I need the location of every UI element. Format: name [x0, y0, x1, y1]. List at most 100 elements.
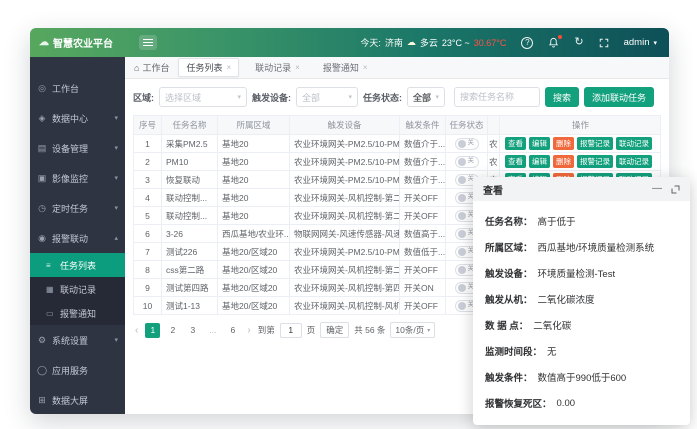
weather-temp-low: 23°C ~	[442, 38, 470, 48]
goto-label: 到第	[258, 324, 275, 336]
clipped-column-header	[488, 116, 500, 134]
linkage-record-button[interactable]: 联动记录	[616, 155, 652, 168]
chevron-down-icon: ▾	[114, 336, 118, 344]
top-header: ☁ 智慧农业平台 今天: 济南 ☁ 多云 23°C ~ 30.67°C ?	[30, 28, 669, 57]
dialog-header: 查看 —	[473, 177, 690, 201]
linkage-records-icon: ▦	[46, 285, 55, 294]
close-icon[interactable]: ×	[363, 63, 368, 72]
dialog-field: 报警恢复死区：0.00	[485, 390, 678, 416]
collapse-sidebar-button[interactable]	[139, 35, 157, 50]
view-button[interactable]: 查看	[505, 137, 526, 150]
table-row: 1 采集PM2.5 基地20 农业环境网关-PM2.5/10-PM2.5 数值介…	[134, 135, 660, 153]
sidebar-item-linkage-records[interactable]: ▦ 联动记录	[30, 277, 125, 301]
page-button-6[interactable]: 6	[225, 323, 240, 338]
gear-icon: ⚙	[37, 335, 47, 346]
sidebar-item-device-management[interactable]: ▤ 设备管理 ▾	[30, 133, 125, 163]
task-status-toggle[interactable]: 关	[455, 138, 479, 150]
sidebar-item-video-monitoring[interactable]: ▣ 影像监控 ▾	[30, 163, 125, 193]
chevron-down-icon: ▾	[114, 204, 118, 212]
device-management-icon: ▤	[37, 143, 47, 154]
filter-bar: 区域: 选择区域 ▾ 触发设备: 全部 ▾ 任务状态: 全部	[133, 87, 661, 107]
tab-bar: ⌂ 工作台 任务列表 × 联动记录 × 报警通知 ×	[125, 57, 669, 79]
sidebar-item-data-center[interactable]: ◈ 数据中心 ▾	[30, 103, 125, 133]
task-list-icon: ≡	[46, 261, 55, 270]
tab-alarm-notification[interactable]: 报警通知 ×	[316, 59, 375, 76]
edit-button[interactable]: 编辑	[529, 155, 550, 168]
edit-button[interactable]: 编辑	[529, 137, 550, 150]
view-button[interactable]: 查看	[505, 155, 526, 168]
data-center-icon: ◈	[37, 113, 47, 124]
weather-info: 今天: 济南 ☁ 多云 23°C ~ 30.67°C	[360, 36, 506, 49]
chevron-down-icon: ▾	[348, 93, 352, 101]
app-logo: ☁ 智慧农业平台	[30, 35, 125, 50]
tab-task-list[interactable]: 任务列表 ×	[178, 58, 239, 77]
data-screen-icon: ⊞	[37, 395, 47, 406]
dialog-title: 查看	[483, 182, 503, 197]
alarm-linkage-submenu: ≡ 任务列表 ▦ 联动记录 ▭ 报警通知	[30, 253, 125, 325]
search-input[interactable]	[454, 87, 540, 107]
table-row: 2 PM10 基地20 农业环境网关-PM2.5/10-PM10- 数值介于..…	[134, 153, 660, 171]
task-status-select[interactable]: 全部 ▾	[407, 87, 445, 107]
region-select[interactable]: 选择区域 ▾	[159, 87, 247, 107]
task-status-toggle[interactable]: 关	[455, 156, 479, 168]
delete-button[interactable]: 删除	[553, 137, 574, 150]
goto-page-input[interactable]	[280, 323, 302, 338]
help-icon[interactable]: ?	[521, 37, 533, 49]
notification-bell-icon[interactable]	[548, 37, 559, 48]
region-label: 区域:	[133, 91, 154, 104]
alarm-notification-icon: ▭	[46, 309, 55, 318]
chevron-down-icon: ▾	[653, 39, 657, 47]
dialog-field: 所属区域：西瓜基地/环境质量检测系统	[485, 234, 678, 260]
close-icon[interactable]: ×	[226, 63, 231, 72]
page-size-select[interactable]: 10条/页 ▾	[390, 322, 435, 338]
sidebar-item-task-list[interactable]: ≡ 任务列表	[30, 253, 125, 277]
minimize-icon[interactable]: —	[652, 184, 662, 194]
page-button-2[interactable]: 2	[165, 323, 180, 338]
user-menu[interactable]: admin ▾	[624, 37, 657, 48]
trigger-device-label: 触发设备:	[252, 91, 291, 104]
alarm-record-button[interactable]: 报警记录	[577, 155, 613, 168]
clipped-cell: 农	[488, 153, 500, 170]
dialog-field: 触发条件：数值高于990低于600	[485, 364, 678, 390]
app-services-icon: ◯	[37, 365, 47, 376]
sidebar-item-alarm-linkage[interactable]: ◉ 报警联动 ▴	[30, 223, 125, 253]
chevron-up-icon: ▴	[114, 234, 118, 242]
search-button[interactable]: 搜索	[545, 87, 579, 107]
refresh-icon[interactable]: ↻	[574, 37, 583, 48]
weather-temp-high: 30.67°C	[474, 38, 507, 48]
table-header-row: 序号 任务名称 所属区域 触发设备 触发条件 任务状态 操作	[134, 116, 660, 135]
add-linkage-task-button[interactable]: 添加联动任务	[584, 87, 654, 107]
app-title: 智慧农业平台	[53, 35, 113, 50]
dialog-field: 监测时间段：无	[485, 338, 678, 364]
delete-button[interactable]: 删除	[553, 155, 574, 168]
close-icon[interactable]: ×	[295, 63, 300, 72]
breadcrumb-workbench[interactable]: ⌂ 工作台	[134, 61, 169, 74]
view-dialog: 查看 — 任务名称：高于低于 所属区域：西瓜基地/环境质量检测系统 触发设备：环…	[473, 177, 690, 425]
dialog-field: 数 据 点：二氧化碳	[485, 312, 678, 338]
alarm-record-button[interactable]: 报警记录	[577, 137, 613, 150]
chevron-down-icon: ▾	[435, 93, 439, 101]
sidebar-item-app-services[interactable]: ◯ 应用服务	[30, 355, 125, 385]
linkage-record-button[interactable]: 联动记录	[616, 137, 652, 150]
page-button-3[interactable]: 3	[185, 323, 200, 338]
sidebar-item-alarm-notification[interactable]: ▭ 报警通知	[30, 301, 125, 325]
workbench-icon: ◎	[37, 83, 47, 94]
sidebar-item-system-settings[interactable]: ⚙ 系统设置 ▾	[30, 325, 125, 355]
dialog-field: 任务名称：高于低于	[485, 208, 678, 234]
tab-linkage-records[interactable]: 联动记录 ×	[248, 59, 307, 76]
sidebar-item-data-screen[interactable]: ⊞ 数据大屏	[30, 385, 125, 414]
next-page-button[interactable]: ›	[245, 325, 252, 336]
fullscreen-icon[interactable]	[599, 38, 609, 48]
page-button-1[interactable]: 1	[145, 323, 160, 338]
clipped-cell: 农	[488, 135, 500, 152]
weather-city: 济南	[385, 36, 403, 49]
sidebar-item-workbench[interactable]: ◎ 工作台	[30, 73, 125, 103]
scheduled-tasks-icon: ◷	[37, 203, 47, 214]
cloud-logo-icon: ☁	[39, 37, 49, 48]
confirm-page-button[interactable]: 确定	[320, 322, 349, 338]
weather-cloud-icon: ☁	[407, 37, 416, 48]
trigger-device-select[interactable]: 全部 ▾	[296, 87, 358, 107]
sidebar-item-scheduled-tasks[interactable]: ◷ 定时任务 ▾	[30, 193, 125, 223]
expand-icon[interactable]	[671, 185, 680, 194]
prev-page-button[interactable]: ‹	[133, 325, 140, 336]
